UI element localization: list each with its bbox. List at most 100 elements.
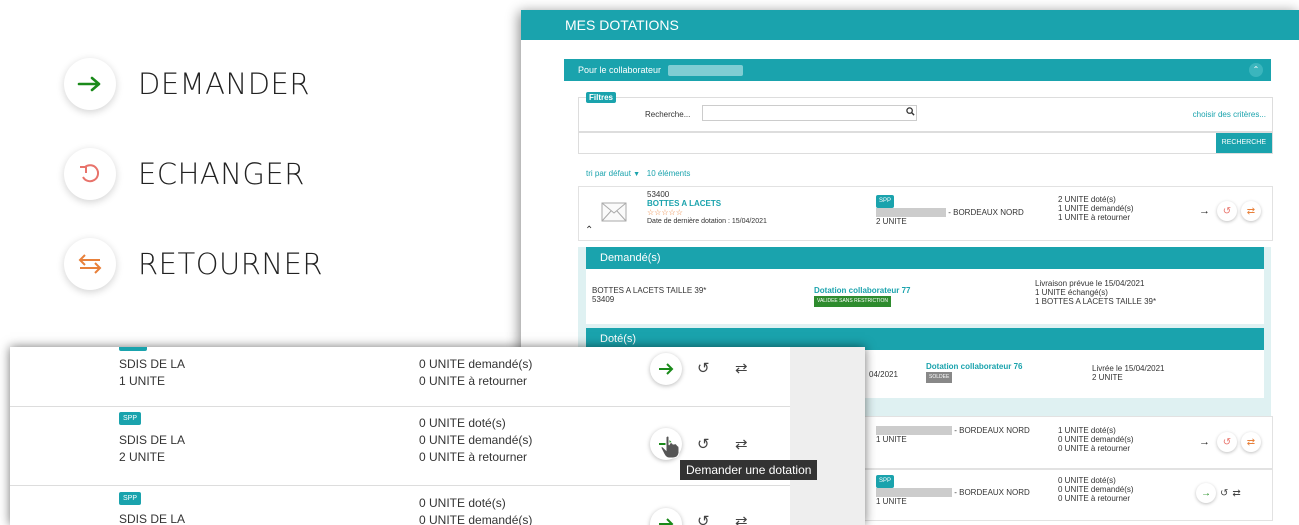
exchange-button[interactable]: ↺ <box>1217 432 1237 452</box>
unit-quantity: 2 UNITE <box>119 450 166 464</box>
item-code: 53400 <box>647 190 670 199</box>
location-text: - BORDEAUX NORD <box>954 426 1030 435</box>
status-badge: SPP <box>119 492 142 505</box>
stat-dotes: 0 UNITE doté(s) <box>1058 476 1116 485</box>
quantity-text: 1 UNITE <box>876 497 907 507</box>
item-actions: → ↺ ⇄ <box>1199 201 1261 221</box>
stat-retourner: 0 UNITE à retourner <box>1058 444 1131 453</box>
collaborator-bar[interactable]: Pour le collaborateur ⌃ <box>564 59 1271 81</box>
exchange-button[interactable]: ↺ <box>697 512 710 525</box>
item-info: 53400 BOTTES A LACETS ☆☆☆☆☆ Date de dern… <box>647 190 767 226</box>
return-button[interactable]: ⇄ <box>735 512 748 525</box>
choose-criteria-link[interactable]: choisir des critères... <box>1193 110 1266 119</box>
filter-box: Filtres Recherche... choisir des critère… <box>578 92 1273 132</box>
collab-label: Pour le collaborateur <box>578 65 662 75</box>
status-badge: VALIDEE SANS RESTRICTION <box>814 296 892 307</box>
stat-dotes: 1 UNITE doté(s) <box>1058 426 1116 435</box>
return-button[interactable]: ⇄ <box>735 359 748 377</box>
page-title: MES DOTATIONS <box>521 10 1299 40</box>
sort-dropdown[interactable]: tri par défaut <box>586 169 631 178</box>
return-button[interactable]: ⇄ <box>1232 488 1240 499</box>
swap-arrows-icon <box>64 238 116 290</box>
results-count: 10 éléments <box>646 169 691 178</box>
product-code: 53409 <box>592 295 615 304</box>
status-badge: SOLDEE <box>926 372 953 383</box>
quantity-info: 2 UNITE <box>1092 373 1123 382</box>
request-button[interactable]: → <box>1199 205 1213 217</box>
date-fragment: 04/2021 <box>869 370 898 379</box>
item-name[interactable]: BOTTES A LACETS <box>647 199 767 208</box>
quantity-text: 1 UNITE <box>876 435 907 445</box>
search-button[interactable]: RECHERCHE <box>1215 133 1272 153</box>
unit-name: SDIS DE LA <box>119 357 186 371</box>
table-row[interactable]: SPP SDIS DE LA 2 UNITE 0 UNITE doté(s) 0… <box>10 407 790 486</box>
redacted-field <box>876 426 952 436</box>
search-input[interactable] <box>702 105 917 121</box>
exchange-button[interactable]: ↺ <box>1217 201 1237 221</box>
stat-demandes: 0 UNITE demandé(s) <box>419 357 533 371</box>
redacted-field <box>876 208 946 218</box>
exchange-button[interactable]: ↺ <box>697 359 710 377</box>
dotation-link[interactable]: Dotation collaborateur 77 <box>814 286 910 295</box>
request-button[interactable] <box>650 508 682 525</box>
exchange-button[interactable]: ↺ <box>1220 488 1228 499</box>
delivered-info: Livrée le 15/04/2021 <box>1092 364 1165 373</box>
chevron-down-icon[interactable]: ▼ <box>633 171 640 178</box>
quantity-text: 2 UNITE <box>876 217 907 227</box>
unit-name: SDIS DE LA <box>119 512 186 525</box>
dotation-link[interactable]: Dotation collaborateur 76 <box>926 362 1022 371</box>
request-button[interactable]: → <box>1199 436 1213 448</box>
unit-name: SDIS DE LA <box>119 433 186 447</box>
legend-label: DEMANDER <box>138 67 311 101</box>
stat-retourner: 0 UNITE à retourner <box>1058 494 1131 503</box>
search-row: RECHERCHE <box>578 132 1273 154</box>
request-button[interactable] <box>650 353 682 385</box>
stat-dotes: 0 UNITE doté(s) <box>419 496 506 510</box>
stat-retourner: 0 UNITE à retourner <box>419 374 528 388</box>
last-dotation-date: Date de dernière dotation : 15/04/2021 <box>647 218 767 225</box>
redacted-field <box>876 488 952 498</box>
item-stats: 2 UNITE doté(s) 1 UNITE demandé(s) 1 UNI… <box>1058 195 1134 222</box>
requested-row: BOTTES A LACETS TAILLE 39* 53409 Dotatio… <box>586 269 1264 324</box>
item-location: SPP - BORDEAUX NORD 2 UNITE <box>876 195 1024 226</box>
legend-label: RETOURNER <box>138 247 324 281</box>
stat-demandes: 0 UNITE demandé(s) <box>419 513 533 525</box>
status-badge: SPP <box>119 412 142 425</box>
stat-demandes: 0 UNITE demandé(s) <box>1058 435 1134 444</box>
location-text: - BORDEAUX NORD <box>948 208 1024 217</box>
return-button[interactable]: ⇄ <box>1241 201 1261 221</box>
request-button[interactable]: → <box>1196 483 1216 503</box>
location-text: - BORDEAUX NORD <box>954 488 1030 497</box>
zoom-overlay: SDIS DE LA 1 UNITE 0 UNITE demandé(s) 0 … <box>10 347 865 525</box>
status-badge: SPP <box>876 475 895 488</box>
undo-icon <box>64 148 116 200</box>
sort-row: tri par défaut ▼ 10 éléments <box>586 169 690 178</box>
delivery-info: Livraison prévue le 15/04/2021 <box>1035 279 1145 288</box>
stat-demandes: 0 UNITE demandé(s) <box>1058 485 1134 494</box>
legend-demander: DEMANDER <box>64 58 310 110</box>
redacted-name <box>667 65 743 77</box>
return-button[interactable]: ⇄ <box>1241 432 1261 452</box>
table-row[interactable]: SPP SDIS DE LA 0 UNITE doté(s) 0 UNITE d… <box>10 486 790 525</box>
exchange-button[interactable]: ↺ <box>697 435 710 453</box>
legend-echanger: ECHANGER <box>64 148 305 200</box>
table-row[interactable]: SDIS DE LA 1 UNITE 0 UNITE demandé(s) 0 … <box>10 347 790 407</box>
search-label: Recherche... <box>645 110 691 119</box>
product-info: 1 BOTTES A LACETS TAILLE 39* <box>1035 297 1157 306</box>
chevron-up-icon[interactable]: ⌃ <box>585 225 593 236</box>
return-button[interactable]: ⇄ <box>735 435 748 453</box>
stat-dotes: 2 UNITE doté(s) <box>1058 195 1116 204</box>
rating-stars: ☆☆☆☆☆ <box>647 208 683 217</box>
list-item[interactable]: ⌃ 53400 BOTTES A LACETS ☆☆☆☆☆ Date de de… <box>578 186 1273 241</box>
stat-dotes: 0 UNITE doté(s) <box>419 416 506 430</box>
requested-section-header: Demandé(s) <box>586 247 1264 269</box>
stat-demandes: 0 UNITE demandé(s) <box>419 433 533 447</box>
stat-retourner: 0 UNITE à retourner <box>419 450 528 464</box>
search-icon[interactable] <box>906 107 915 118</box>
item-actions: → ↺ ⇄ <box>1196 483 1241 503</box>
status-badge: SPP <box>876 195 895 208</box>
arrow-right-icon <box>64 58 116 110</box>
legend-label: ECHANGER <box>138 157 305 191</box>
chevron-up-icon[interactable]: ⌃ <box>1249 63 1263 77</box>
hand-cursor-icon <box>660 435 680 464</box>
